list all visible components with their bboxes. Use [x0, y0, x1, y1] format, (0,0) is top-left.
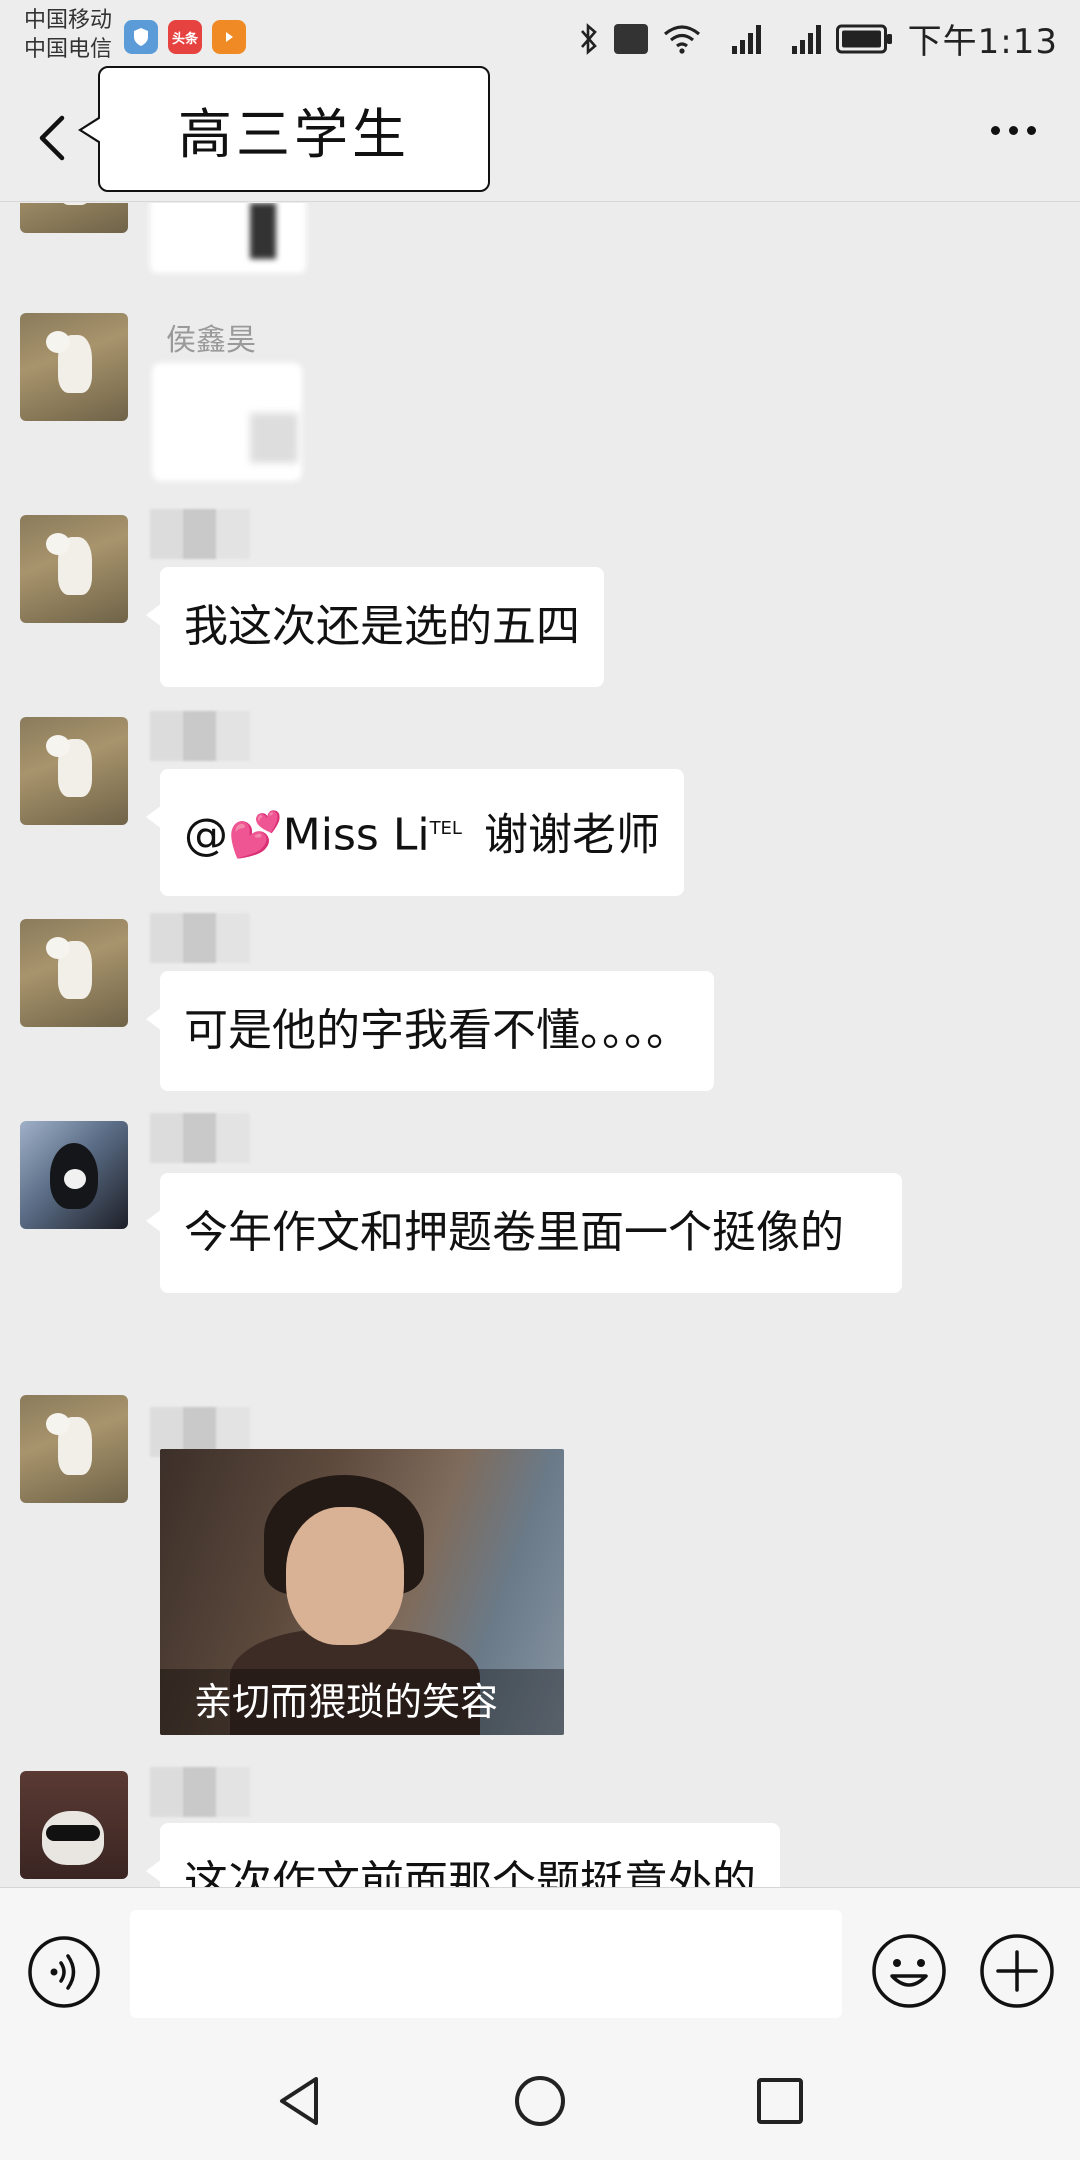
news-badge-icon: 头条 — [168, 20, 202, 54]
system-nav-bar — [0, 2037, 1080, 2160]
blurred-sender-name — [150, 711, 250, 761]
chat-message-list[interactable]: 侯鑫昊 我这次还是选的五四 @💕Miss LiTEL 谢谢老师 可是他的字我看不懂… — [0, 203, 1080, 1887]
nav-back-button[interactable] — [272, 2073, 328, 2129]
mention-superscript: TEL — [429, 818, 462, 839]
message-bubble[interactable]: 可是他的字我看不懂。。。。 — [146, 971, 714, 1091]
blurred-sender-name — [150, 1113, 250, 1163]
emoji-button[interactable] — [870, 1932, 948, 2010]
blurred-sender-name — [150, 913, 250, 963]
carrier-2: 中国电信 — [24, 37, 113, 62]
hd-icon — [613, 23, 648, 54]
shield-icon — [124, 20, 158, 54]
more-icon — [991, 126, 1000, 135]
message-bubble[interactable]: 这次作文前面那个题挺意外的 — [146, 1823, 780, 1887]
chat-header: 高三学生 — [0, 66, 1080, 202]
sticker-image[interactable]: 亲切而猥琐的笑容 — [160, 1449, 564, 1735]
voice-button[interactable] — [26, 1934, 102, 2010]
back-button[interactable] — [30, 110, 78, 166]
plus-icon — [980, 1934, 1054, 2008]
avatar[interactable] — [20, 919, 128, 1027]
carrier-1: 中国移动 — [24, 8, 113, 33]
message-text: 可是他的字我看不懂。。。。 — [184, 1005, 690, 1056]
system-status: 下午1:13 — [578, 14, 1058, 63]
avatar[interactable] — [20, 1395, 128, 1503]
notification-icons: 头条 — [124, 20, 246, 54]
mention-name[interactable]: Miss Li — [283, 810, 430, 861]
message-input[interactable] — [130, 1910, 842, 2018]
heart-icon: 💕 — [228, 809, 283, 861]
triangle-back-icon — [280, 2077, 318, 2125]
play-icon — [212, 20, 246, 54]
voice-icon — [28, 1936, 100, 2008]
signal-4g-icon — [716, 22, 762, 56]
sticker-caption: 亲切而猥琐的笑容 — [160, 1669, 564, 1735]
message-bubble[interactable]: @💕Miss LiTEL 谢谢老师 — [146, 769, 684, 896]
avatar[interactable] — [20, 203, 128, 233]
blurred-message — [150, 203, 306, 273]
input-bar — [0, 1887, 1080, 2037]
nav-home-button[interactable] — [512, 2073, 568, 2129]
chevron-left-icon — [39, 115, 65, 161]
mention-at: @ — [184, 809, 228, 861]
carrier-labels: 中国移动 中国电信 — [24, 6, 112, 64]
more-functions-button[interactable] — [978, 1932, 1056, 2010]
message-text: 谢谢老师 — [483, 809, 660, 861]
avatar[interactable] — [20, 515, 128, 623]
signal-2g-icon — [776, 22, 822, 56]
more-button[interactable] — [991, 126, 1036, 135]
title-bubble-tail-fill — [82, 118, 101, 142]
clock: 下午1:13 — [907, 22, 1058, 62]
wifi-icon — [662, 24, 702, 54]
status-bar: 中国移动 中国电信 头条 下午1:13 — [0, 0, 1080, 70]
blurred-sender-name — [150, 1767, 250, 1817]
chat-title: 高三学生 — [98, 66, 490, 192]
message-text: 我这次还是选的五四 — [184, 601, 580, 652]
message-bubble[interactable]: 今年作文和押题卷里面一个挺像的 — [146, 1173, 902, 1293]
message-bubble[interactable]: 我这次还是选的五四 — [146, 567, 604, 687]
avatar[interactable] — [20, 1121, 128, 1229]
circle-home-icon — [515, 2076, 565, 2126]
sender-name: 侯鑫昊 — [166, 323, 256, 358]
battery-icon — [835, 24, 894, 54]
avatar[interactable] — [20, 717, 128, 825]
blurred-sender-name — [150, 509, 250, 559]
message-text: 今年作文和押题卷里面一个挺像的 — [184, 1207, 844, 1258]
nav-recents-button[interactable] — [752, 2073, 808, 2129]
avatar[interactable] — [20, 1771, 128, 1879]
avatar[interactable] — [20, 313, 128, 421]
square-recents-icon — [757, 2078, 803, 2124]
message-text: 这次作文前面那个题挺意外的 — [184, 1857, 756, 1887]
emoji-icon — [872, 1934, 946, 2008]
bluetooth-icon — [578, 22, 600, 56]
